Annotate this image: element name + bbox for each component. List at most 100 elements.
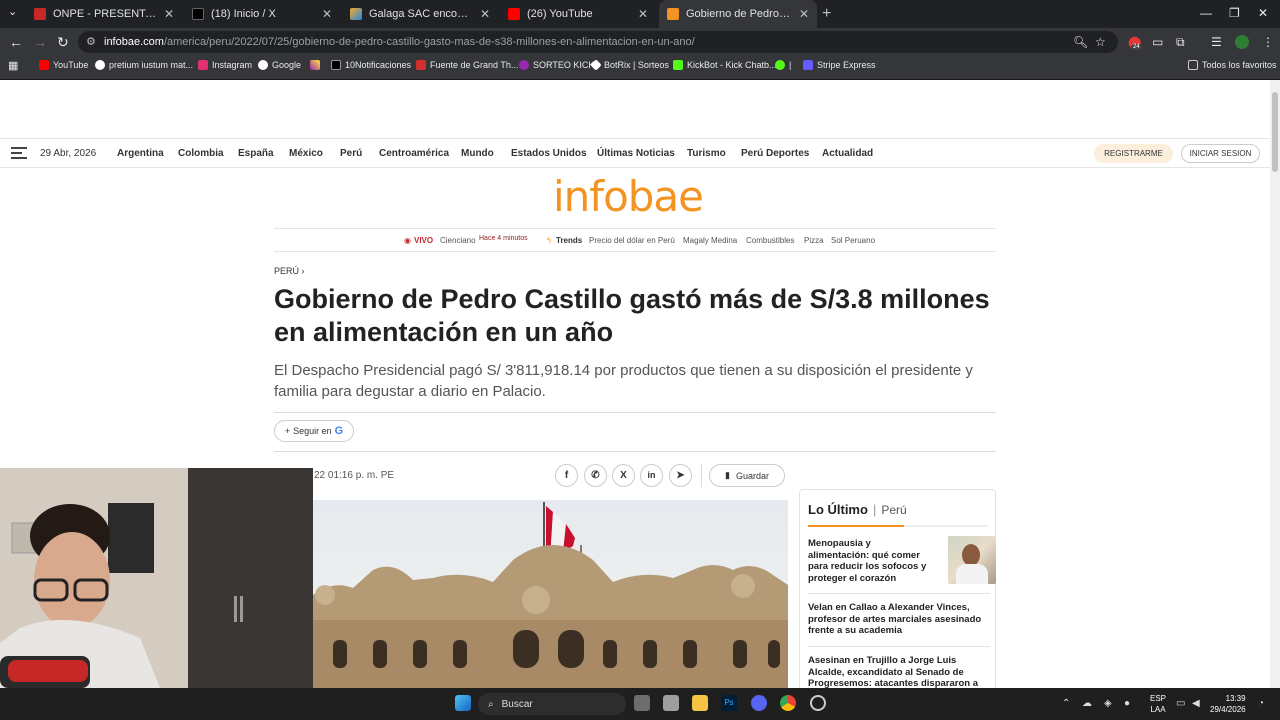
nav-turismo[interactable]: Turismo bbox=[687, 148, 726, 159]
telegram-share-icon[interactable]: ➤ bbox=[669, 464, 692, 487]
network-icon[interactable]: ▭ bbox=[1176, 698, 1185, 709]
bookmark-instagram[interactable]: Instagram bbox=[198, 60, 252, 70]
nav-estados-unidos[interactable]: Estados Unidos bbox=[511, 148, 587, 159]
nav-espana[interactable]: España bbox=[238, 148, 274, 159]
infobae-logo[interactable]: infobae bbox=[553, 172, 704, 221]
tab-youtube[interactable]: (26) YouTube ✕ bbox=[500, 0, 656, 28]
bookmark-grand-theft[interactable]: Fuente de Grand Th... bbox=[416, 60, 518, 70]
sidebar-news-item[interactable]: Menopausia y alimentación: qué comer par… bbox=[808, 530, 996, 584]
bookmark-seven[interactable]: | bbox=[775, 60, 791, 70]
register-button[interactable]: REGISTRARME bbox=[1094, 144, 1173, 163]
windows-start-icon[interactable] bbox=[455, 695, 471, 711]
tab-galaga[interactable]: Galaga SAC encontró en el Esta ✕ bbox=[342, 0, 498, 28]
apps-grid-icon[interactable]: ▦ bbox=[8, 59, 18, 72]
facebook-share-icon[interactable]: f bbox=[555, 464, 578, 487]
follow-google-button[interactable]: + Seguir en G bbox=[274, 420, 354, 442]
discord-icon[interactable] bbox=[751, 695, 767, 711]
input-language[interactable]: ESP LAA bbox=[1150, 693, 1166, 715]
nav-actualidad[interactable]: Actualidad bbox=[822, 148, 873, 159]
follow-label: Seguir en bbox=[293, 426, 332, 436]
sidebar-news-item[interactable]: Asesinan en Trujillo a Jorge Luis Alcald… bbox=[808, 646, 990, 688]
minimize-icon[interactable]: — bbox=[1200, 6, 1212, 20]
back-icon[interactable]: ← bbox=[9, 34, 23, 50]
whatsapp-share-icon[interactable]: ✆ bbox=[584, 464, 607, 487]
volume-icon[interactable]: ◀ bbox=[1192, 698, 1200, 709]
forward-icon[interactable]: → bbox=[33, 34, 47, 50]
tray-cloud-icon[interactable]: ☁ bbox=[1082, 698, 1092, 709]
bookmark-google[interactable]: Google bbox=[258, 60, 301, 70]
bookmark-unnamed[interactable] bbox=[310, 60, 320, 70]
tray-chevron-up-icon[interactable]: ⌃ bbox=[1062, 698, 1070, 709]
nav-centroamerica[interactable]: Centroamérica bbox=[379, 148, 449, 159]
tab-close-icon[interactable]: ✕ bbox=[799, 7, 809, 21]
bookmark-star-icon[interactable]: ☆ bbox=[1095, 35, 1106, 49]
file-explorer-icon[interactable] bbox=[692, 695, 708, 711]
trend-dolar[interactable]: Precio del dólar en Perú bbox=[589, 236, 675, 245]
zoom-icon[interactable]: 🔍︎ bbox=[1073, 35, 1088, 49]
restore-icon[interactable]: ❐ bbox=[1229, 6, 1240, 20]
nav-peru[interactable]: Perú bbox=[340, 148, 362, 159]
extension-card-icon[interactable]: ▭ bbox=[1152, 35, 1163, 49]
tab-onpe[interactable]: ONPE - PRESENTACIÓN DE RESU ✕ bbox=[26, 0, 182, 28]
url-input[interactable]: ⚙ infobae.com/america/peru/2022/07/25/go… bbox=[78, 31, 1118, 53]
hamburger-menu-icon[interactable] bbox=[11, 147, 27, 159]
tab-close-icon[interactable]: ✕ bbox=[638, 7, 648, 21]
bookmark-pretium[interactable]: pretium iustum mat... bbox=[95, 60, 193, 70]
login-button[interactable]: INICIAR SESION bbox=[1181, 144, 1260, 163]
bookmark-youtube[interactable]: YouTube bbox=[39, 60, 88, 70]
live-item[interactable]: Cienciano bbox=[440, 236, 476, 245]
system-clock[interactable]: 13:39 29/4/2026 bbox=[1210, 693, 1246, 715]
nav-colombia[interactable]: Colombia bbox=[178, 148, 224, 159]
seven-icon bbox=[775, 60, 785, 70]
browser-menu-icon[interactable]: ⋮ bbox=[1262, 35, 1274, 49]
tab-x[interactable]: (18) Inicio / X ✕ bbox=[184, 0, 340, 28]
taskbar-search[interactable]: ⌕ Buscar bbox=[478, 693, 626, 715]
notepad-icon[interactable] bbox=[663, 695, 679, 711]
linkedin-share-icon[interactable]: in bbox=[640, 464, 663, 487]
nav-ultimas-noticias[interactable]: Últimas Noticias bbox=[597, 148, 675, 159]
bookmark-10notificaciones[interactable]: 10Notificaciones bbox=[331, 60, 411, 70]
bookmark-sorteo-kick[interactable]: SORTEO KICK bbox=[519, 60, 594, 70]
extensions-puzzle-icon[interactable]: ⧉ bbox=[1176, 35, 1185, 50]
tab-search-icon[interactable]: ⌄ bbox=[8, 5, 17, 18]
tab-infobae-active[interactable]: Gobierno de Pedro Castillo gas ✕ bbox=[659, 0, 817, 28]
tray-mic-icon[interactable]: ● bbox=[1124, 698, 1130, 709]
obs-icon[interactable] bbox=[810, 695, 826, 711]
reading-list-icon[interactable]: ☰ bbox=[1211, 35, 1222, 49]
page-scrollbar[interactable] bbox=[1270, 80, 1280, 688]
chrome-icon[interactable] bbox=[780, 695, 796, 711]
trend-combustibles[interactable]: Combustibles bbox=[746, 236, 794, 245]
nav-mundo[interactable]: Mundo bbox=[461, 148, 494, 159]
tab-close-icon[interactable]: ✕ bbox=[480, 7, 490, 21]
tab-close-icon[interactable]: ✕ bbox=[322, 7, 332, 21]
notification-bell-icon[interactable]: ◔ bbox=[1258, 698, 1264, 709]
kickbot-icon bbox=[673, 60, 683, 70]
news-item-title: Velan en Callao a Alexander Vinces, prof… bbox=[808, 602, 982, 636]
close-window-icon[interactable]: ✕ bbox=[1258, 6, 1268, 20]
scrollbar-thumb[interactable] bbox=[1272, 92, 1278, 172]
tray-shield-icon[interactable]: ◈ bbox=[1104, 698, 1112, 709]
nav-argentina[interactable]: Argentina bbox=[117, 148, 164, 159]
sidebar-news-item[interactable]: Velan en Callao a Alexander Vinces, prof… bbox=[808, 593, 990, 637]
sidebar-category[interactable]: Perú bbox=[881, 503, 906, 517]
article-subtitle: El Despacho Presidencial pagó S/ 3'811,9… bbox=[274, 362, 973, 400]
all-bookmarks-folder[interactable]: Todos los favoritos bbox=[1188, 60, 1277, 70]
x-share-icon[interactable]: X bbox=[612, 464, 635, 487]
save-button[interactable]: ▮ Guardar bbox=[709, 464, 785, 487]
trend-magaly[interactable]: Magaly Medina bbox=[683, 236, 737, 245]
new-tab-icon[interactable]: + bbox=[822, 5, 831, 23]
nav-mexico[interactable]: México bbox=[289, 148, 323, 159]
bookmark-botrix[interactable]: BotRix | Sorteos bbox=[590, 59, 669, 71]
task-view-icon[interactable] bbox=[634, 695, 650, 711]
nav-peru-deportes[interactable]: Perú Deportes bbox=[741, 148, 809, 159]
photoshop-icon[interactable]: Ps bbox=[721, 695, 737, 711]
bookmark-stripe[interactable]: Stripe Express bbox=[803, 60, 876, 70]
site-info-icon[interactable]: ⚙ bbox=[86, 35, 96, 48]
reload-icon[interactable]: ↻ bbox=[57, 34, 69, 51]
trend-sol-peruano[interactable]: Sol Peruano bbox=[831, 236, 875, 245]
tab-close-icon[interactable]: ✕ bbox=[164, 7, 174, 21]
profile-avatar[interactable] bbox=[1235, 35, 1249, 49]
section-breadcrumb[interactable]: PERÚ › bbox=[274, 266, 305, 276]
trend-pizza[interactable]: Pizza bbox=[804, 236, 824, 245]
bookmark-kickbot[interactable]: KickBot - Kick Chatb... bbox=[673, 60, 777, 70]
